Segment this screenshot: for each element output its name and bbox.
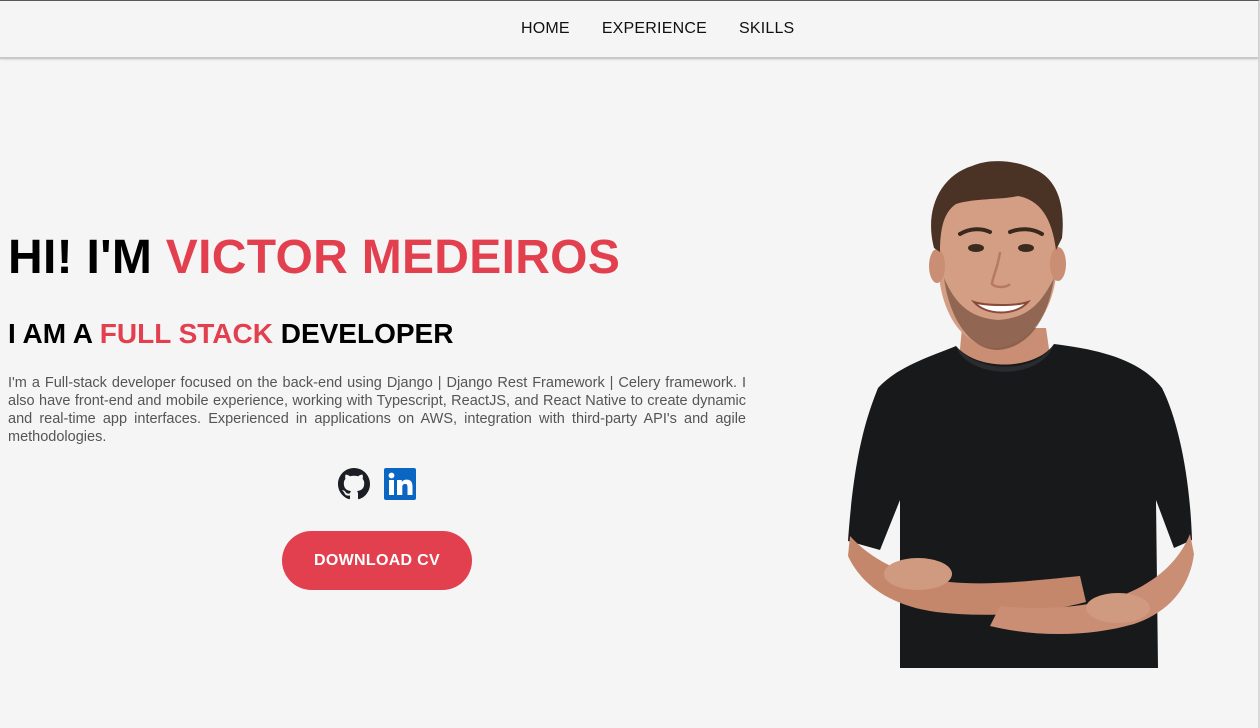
hero-subtitle: I AM A FULL STACK DEVELOPER [8, 317, 453, 351]
portrait-eye-right [1018, 244, 1034, 252]
download-cv-button[interactable]: DOWNLOAD CV [282, 531, 472, 590]
page: HOME EXPERIENCE SKILLS HI! I'M VICTOR ME… [0, 0, 1260, 728]
nav-links: HOME EXPERIENCE SKILLS [521, 20, 794, 38]
hero-title: HI! I'M VICTOR MEDEIROS [8, 229, 620, 287]
portrait-hand-left [884, 558, 952, 590]
hero-greeting: HI! I'M [8, 231, 166, 284]
subtitle-highlight: FULL STACK [99, 318, 273, 349]
subtitle-prefix: I AM A [8, 318, 100, 349]
subtitle-suffix: DEVELOPER [272, 318, 454, 349]
github-link[interactable] [338, 468, 370, 500]
portrait-hand-right [1086, 593, 1150, 623]
bio-paragraph: I'm a Full-stack developer focused on th… [8, 375, 746, 445]
portrait-ear-right [1050, 247, 1066, 281]
portrait-ear-left [929, 249, 945, 283]
nav-link-home[interactable]: HOME [521, 20, 570, 38]
hero-name: VICTOR MEDEIROS [165, 231, 621, 284]
nav-link-skills[interactable]: SKILLS [739, 20, 794, 38]
linkedin-link[interactable] [384, 468, 416, 500]
portrait-photo [848, 161, 1194, 668]
nav-link-experience[interactable]: EXPERIENCE [602, 20, 707, 38]
social-links [338, 468, 416, 500]
portrait-eye-left [968, 244, 984, 252]
github-icon [338, 468, 370, 500]
linkedin-icon [384, 468, 416, 500]
top-navbar: HOME EXPERIENCE SKILLS [0, 1, 1258, 59]
